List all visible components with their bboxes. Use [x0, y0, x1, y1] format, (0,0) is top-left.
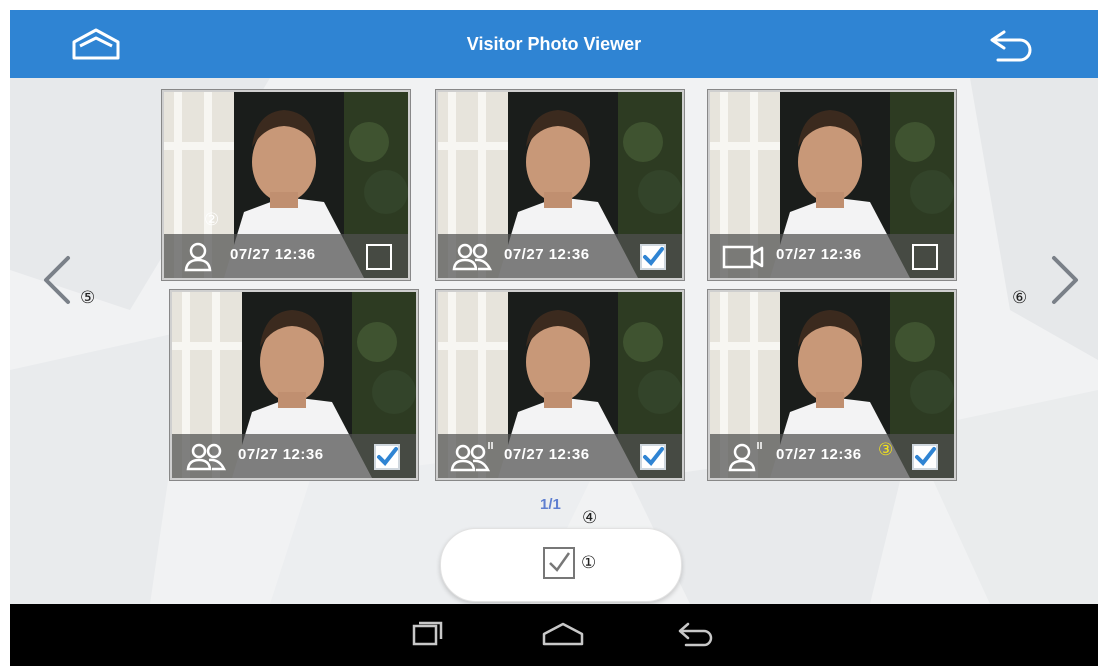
multi-visitor-flag-icon: [450, 442, 493, 472]
callout-5: ⑤: [80, 288, 96, 308]
video-camera-icon: [722, 245, 764, 269]
checkmark-icon: [377, 447, 398, 467]
home-icon: [72, 28, 120, 60]
photo-grid: 07/27 12:36 ② 07/27 12:36 07/27 12:36 07…: [162, 90, 962, 482]
back-nav-button[interactable]: [674, 620, 720, 650]
back-button[interactable]: [982, 20, 1042, 70]
return-icon: [990, 30, 1032, 62]
photo-select-checkbox[interactable]: [912, 244, 938, 270]
photo-timestamp: 07/27 12:36: [504, 246, 590, 263]
photo-timestamp: 07/27 12:36: [230, 246, 316, 263]
photo-thumbnail[interactable]: 07/27 12:36 ③: [708, 290, 956, 480]
select-all-button[interactable]: ①: [440, 528, 682, 602]
home-button[interactable]: [66, 20, 126, 70]
photo-thumbnail[interactable]: 07/27 12:36 ②: [162, 90, 410, 280]
checkmark-icon: [643, 447, 664, 467]
single-visitor-flag-icon: [728, 442, 762, 472]
next-page-button[interactable]: [1044, 250, 1088, 310]
multi-visitor-icon: [452, 243, 493, 271]
callout-3: ③: [878, 440, 894, 460]
top-bar: Visitor Photo Viewer: [10, 10, 1098, 78]
photo-thumbnail[interactable]: 07/27 12:36: [170, 290, 418, 480]
photo-thumbnail[interactable]: 07/27 12:36: [436, 290, 684, 480]
callout-4: ④: [582, 508, 598, 528]
page-title: Visitor Photo Viewer: [466, 34, 642, 54]
photo-thumbnail[interactable]: 07/27 12:36: [708, 90, 956, 280]
photo-select-checkbox[interactable]: [912, 444, 938, 470]
photo-caption-bar: 07/27 12:36: [710, 434, 954, 478]
photo-select-checkbox[interactable]: [640, 244, 666, 270]
photo-timestamp: 07/27 12:36: [238, 446, 324, 463]
checkmark-icon: [643, 247, 664, 267]
chevron-right-icon: [1052, 256, 1078, 304]
photo-caption-bar: 07/27 12:36: [710, 234, 954, 278]
recent-apps-button[interactable]: [404, 620, 450, 650]
multi-visitor-icon: [186, 443, 227, 471]
photo-select-checkbox[interactable]: [640, 444, 666, 470]
photo-caption-bar: 07/27 12:36: [438, 234, 682, 278]
photo-caption-bar: 07/27 12:36: [438, 434, 682, 478]
home-nav-button[interactable]: [540, 620, 586, 650]
photo-thumbnail[interactable]: 07/27 12:36: [436, 90, 684, 280]
visitor-photo-viewer-screen: Visitor Photo Viewer ⑤ ⑥ 07/27 12:36 ② 0…: [10, 10, 1098, 666]
back-arrow-icon: [678, 622, 713, 647]
page-indicator: 1/1: [540, 496, 561, 513]
callout-6: ⑥: [1012, 288, 1028, 308]
checkmark-icon: [915, 447, 936, 467]
photo-timestamp: 07/27 12:36: [504, 446, 590, 463]
chevron-left-icon: [44, 256, 70, 304]
home-outline-icon: [542, 622, 584, 646]
photo-caption-bar: 07/27 12:36: [172, 434, 416, 478]
photo-caption-bar: 07/27 12:36: [164, 234, 408, 278]
callout-2: ②: [204, 210, 220, 230]
photo-select-checkbox[interactable]: [374, 444, 400, 470]
single-visitor-icon: [184, 242, 212, 272]
previous-page-button[interactable]: [34, 250, 78, 310]
recent-apps-icon: [412, 621, 443, 646]
android-navigation-bar: [10, 604, 1098, 666]
photo-select-checkbox[interactable]: [366, 244, 392, 270]
callout-1: ①: [581, 553, 597, 573]
checkbox-checked-icon: [543, 547, 575, 579]
photo-timestamp: 07/27 12:36: [776, 246, 862, 263]
photo-timestamp: 07/27 12:36: [776, 446, 862, 463]
